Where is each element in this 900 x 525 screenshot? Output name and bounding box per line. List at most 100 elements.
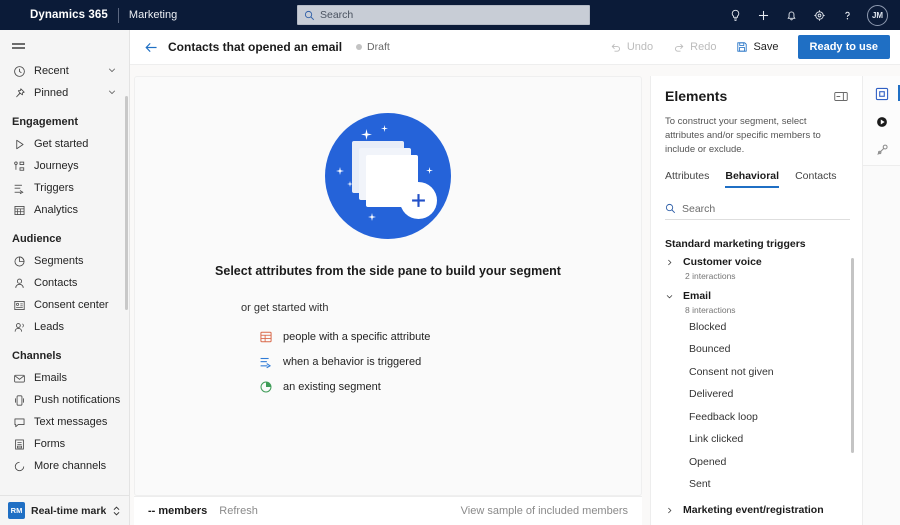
tree-leaf-consent-not-given[interactable]: Consent not given [689, 360, 862, 383]
sidebar-item-triggers[interactable]: Triggers [0, 177, 129, 199]
sidebar-item-pinned[interactable]: Pinned [0, 82, 129, 104]
save-button[interactable]: Save [727, 34, 787, 60]
redo-label: Redo [690, 41, 717, 53]
play-circle-icon[interactable] [869, 110, 895, 134]
sparkle-icon [347, 181, 353, 187]
members-count: -- members [148, 505, 208, 517]
chevron-down-icon [665, 292, 677, 301]
clock-icon [12, 64, 26, 78]
tab-contacts[interactable]: Contacts [795, 170, 836, 188]
tab-attributes[interactable]: Attributes [665, 170, 709, 188]
tab-behavioral[interactable]: Behavioral [725, 170, 779, 189]
leads-icon [12, 320, 26, 334]
sidebar-item-label: Pinned [34, 87, 69, 99]
status-dot-icon [356, 44, 363, 50]
ready-to-use-button[interactable]: Ready to use [797, 35, 890, 59]
elements-tree: Standard marketing triggers Customer voi… [651, 224, 862, 525]
elements-search-placeholder: Search [682, 202, 716, 215]
tree-group-sublabel: 2 interactions [685, 271, 736, 282]
sidebar-item-get-started[interactable]: Get started [0, 133, 129, 155]
command-bar-actions: Undo Redo Save Ready to use [601, 34, 900, 60]
option-label: when a behavior is triggered [283, 355, 422, 368]
back-button[interactable] [138, 34, 164, 60]
option-behavior-triggered[interactable]: when a behavior is triggered [259, 349, 430, 374]
sidebar-item-label: More channels [34, 460, 107, 472]
tree-leaf-sent[interactable]: Sent [689, 473, 862, 496]
sidebar-section-audience: Audience [12, 233, 62, 245]
option-specific-attribute[interactable]: people with a specific attribute [259, 324, 430, 349]
tree-leaf-delivered[interactable]: Delivered [689, 383, 862, 406]
get-started-options: people with a specific attribute when a … [259, 324, 430, 399]
tree-leaf-feedback-loop[interactable]: Feedback loop [689, 405, 862, 428]
right-rail-background [862, 166, 900, 525]
tree-leaf-bounced[interactable]: Bounced [689, 338, 862, 361]
bell-icon[interactable] [778, 2, 804, 28]
chevron-right-icon [665, 506, 677, 515]
push-icon [12, 393, 26, 407]
mail-icon [12, 371, 26, 385]
sidebar-item-label: Triggers [34, 182, 74, 194]
lightbulb-icon[interactable] [722, 2, 748, 28]
tree-group-customer-voice[interactable]: Customer voice [665, 254, 862, 270]
hamburger-menu-icon[interactable] [0, 30, 129, 58]
redo-button[interactable]: Redo [664, 34, 725, 60]
collapse-panel-icon[interactable] [834, 91, 848, 102]
right-rail [862, 76, 900, 166]
sidebar-item-leads[interactable]: Leads [0, 316, 129, 338]
sidebar-section-engagement: Engagement [12, 116, 79, 128]
analytics-icon [12, 203, 26, 217]
view-sample-link[interactable]: View sample of included members [461, 505, 628, 517]
sidebar-item-push-notifications[interactable]: Push notifications [0, 389, 129, 411]
personalization-icon[interactable] [869, 138, 895, 162]
elements-tree-scrollbar[interactable] [851, 258, 854, 454]
sidebar-item-text-messages[interactable]: Text messages [0, 411, 129, 433]
tree-section-title: Standard marketing triggers [665, 238, 806, 251]
empty-state: Select attributes from the side pane to … [135, 77, 641, 399]
gear-icon[interactable] [806, 2, 832, 28]
consent-icon [12, 298, 26, 312]
chevron-down-icon [107, 84, 117, 102]
page-title: Contacts that opened an email [168, 40, 343, 54]
sparkle-icon [336, 167, 344, 175]
plus-icon[interactable] [750, 2, 776, 28]
tree-group-email[interactable]: Email [665, 288, 862, 304]
app-name-label[interactable]: Marketing [129, 9, 177, 21]
undo-button[interactable]: Undo [601, 34, 662, 60]
sidebar-item-more-channels[interactable]: More channels [0, 455, 129, 477]
sidebar-item-label: Get started [34, 138, 89, 150]
sidebar-item-contacts[interactable]: Contacts [0, 272, 129, 294]
elements-panel-icon[interactable] [869, 82, 900, 106]
tree-leaf-opened[interactable]: Opened [689, 450, 862, 473]
tree-leaf-link-clicked[interactable]: Link clicked [689, 428, 862, 451]
sidebar-item-label: Push notifications [34, 394, 121, 406]
tree-group-marketing-event-registration[interactable]: Marketing event/registration [665, 502, 862, 518]
elements-panel: Elements To construct your segment, sele… [650, 76, 862, 525]
sidebar-item-segments[interactable]: Segments [0, 250, 129, 272]
global-search-input[interactable]: Search [297, 5, 590, 25]
area-switcher[interactable]: RM Real-time marketi... [0, 495, 129, 525]
brand-logo[interactable]: Dynamics 365 [30, 9, 108, 21]
segments-icon [12, 254, 26, 268]
search-icon [665, 204, 676, 214]
elements-title: Elements [665, 88, 728, 104]
command-bar: Contacts that opened an email Draft Undo [130, 30, 900, 65]
sparkle-icon [426, 167, 433, 174]
refresh-button[interactable]: Refresh [219, 505, 258, 517]
play-icon [12, 137, 26, 151]
sidebar-item-analytics[interactable]: Analytics [0, 199, 129, 221]
tree-leaf-blocked[interactable]: Blocked [689, 315, 862, 338]
sidebar-item-label: Segments [34, 255, 84, 267]
sidebar-item-forms[interactable]: Forms [0, 433, 129, 455]
avatar[interactable]: JM [867, 4, 888, 26]
sidebar-item-journeys[interactable]: Journeys [0, 155, 129, 177]
sidebar-item-consent-center[interactable]: Consent center [0, 294, 129, 316]
option-existing-segment[interactable]: an existing segment [259, 374, 430, 399]
sidebar-item-label: Analytics [34, 204, 79, 216]
sidebar-item-recent[interactable]: Recent [0, 60, 129, 82]
undo-label: Undo [626, 41, 654, 53]
plus-icon [412, 194, 425, 207]
elements-search-input[interactable]: Search [665, 198, 850, 221]
help-icon[interactable] [834, 2, 860, 28]
sidebar-item-emails[interactable]: Emails [0, 367, 129, 389]
